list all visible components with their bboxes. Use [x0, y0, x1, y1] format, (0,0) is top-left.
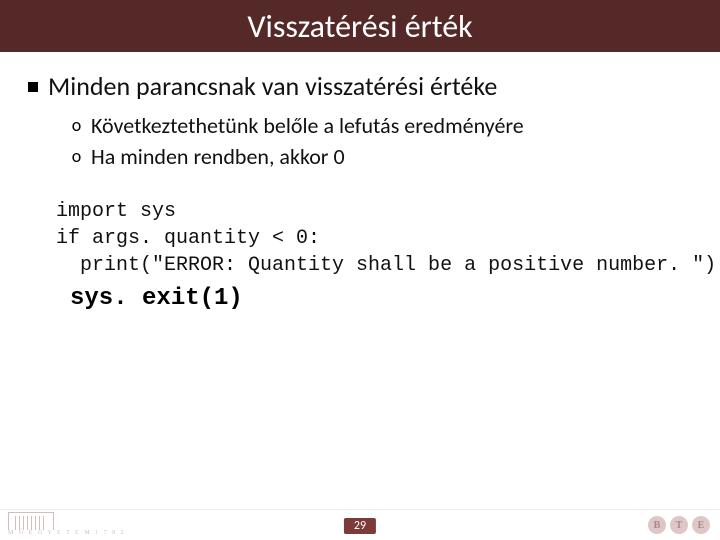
circle-bullet-icon: o [70, 143, 83, 169]
sub-bullet-text: Ha minden rendben, akkor 0 [91, 143, 345, 170]
sub-bullet-text: Következtethetünk belőle a lefutás eredm… [91, 112, 524, 139]
code-line: print("ERROR: Quantity shall be a positi… [56, 254, 716, 277]
bullet-main-text: Minden parancsnak van visszatérési érték… [48, 70, 497, 102]
title-bar: Visszatérési érték [0, 0, 720, 52]
code-line: if args. quantity < 0: [56, 227, 320, 250]
footer-logo-text: M Ű E G Y E T E M 1 7 8 2 [8, 530, 126, 536]
slide: Visszatérési érték Minden parancsnak van… [0, 0, 720, 540]
code-line: import sys [56, 200, 176, 223]
badge-icon: B [648, 516, 666, 534]
code-block: import sys if args. quantity < 0: print(… [56, 198, 692, 279]
circle-bullet-icon: o [70, 112, 83, 138]
code-emphasis: sys. exit(1) [70, 285, 692, 312]
sub-bullet-item: o Ha minden rendben, akkor 0 [70, 143, 692, 170]
footer-logo-right: B T E [648, 516, 710, 534]
footer-logo-left: M Ű E G Y E T E M 1 7 8 2 [8, 512, 126, 536]
badge-icon: T [670, 516, 688, 534]
page-number: 29 [344, 518, 376, 534]
sub-bullet-list: o Következtethetünk belőle a lefutás ere… [70, 112, 692, 170]
badge-icon: E [692, 516, 710, 534]
building-icon [8, 512, 54, 530]
content-area: Minden parancsnak van visszatérési érték… [0, 52, 720, 312]
sub-bullet-item: o Következtethetünk belőle a lefutás ere… [70, 112, 692, 139]
square-bullet-icon [28, 82, 38, 92]
footer: M Ű E G Y E T E M 1 7 8 2 29 B T E [0, 508, 720, 540]
bullet-main: Minden parancsnak van visszatérési érték… [28, 70, 692, 102]
slide-title: Visszatérési érték [247, 7, 472, 46]
